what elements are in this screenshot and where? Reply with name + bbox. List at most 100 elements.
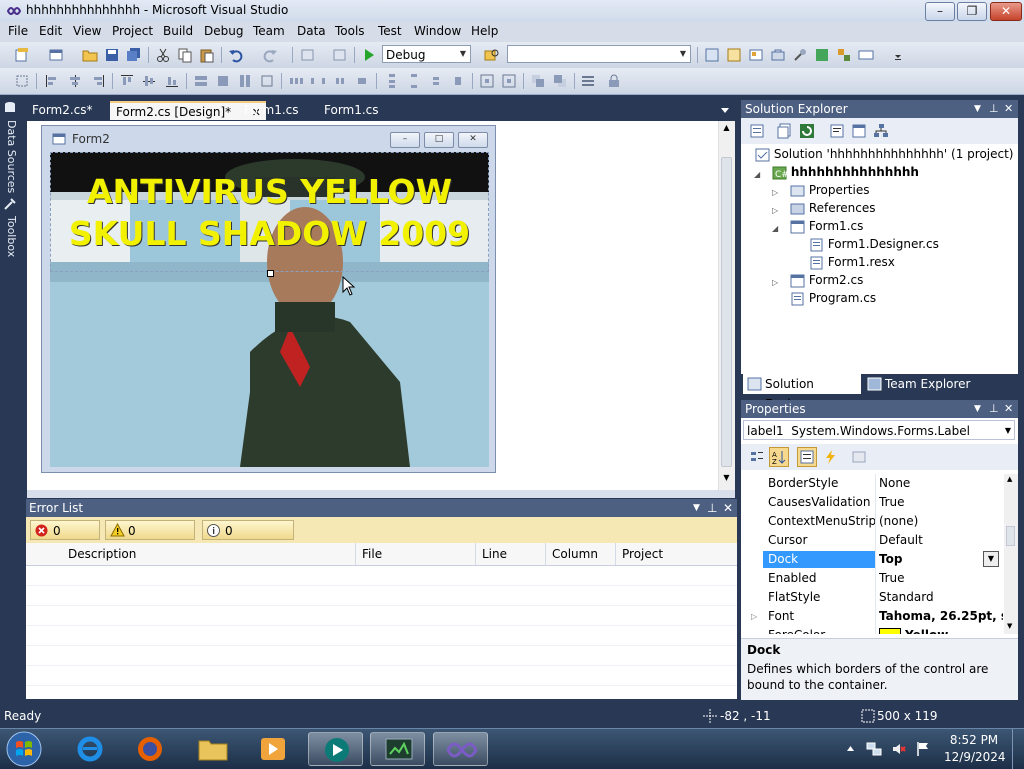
navigate-backward-icon[interactable] — [300, 47, 316, 63]
column-line[interactable]: Line — [476, 543, 546, 565]
taskbar-app-1[interactable] — [308, 732, 363, 766]
clock-time[interactable]: 8:52 PM — [944, 733, 1004, 747]
close-button[interactable]: ✕ — [990, 2, 1022, 21]
alphabetical-button[interactable]: AZ — [769, 447, 789, 467]
properties-icon[interactable] — [749, 123, 765, 139]
menu-team[interactable]: Team — [253, 24, 285, 38]
taskbar-ie[interactable] — [62, 732, 117, 766]
copy-icon[interactable] — [177, 47, 193, 63]
menu-project[interactable]: Project — [112, 24, 153, 38]
tree-item-properties[interactable]: Properties — [790, 183, 869, 198]
panel-close-icon[interactable]: ✕ — [723, 499, 733, 517]
property-row-flatstyle[interactable]: FlatStyle Standard — [741, 588, 1003, 607]
increase-spacing-icon[interactable] — [310, 73, 326, 89]
expand-arrow-icon[interactable]: ▷ — [772, 206, 778, 215]
scroll-thumb[interactable] — [1006, 526, 1015, 546]
data-sources-tab[interactable]: Data Sources — [2, 120, 18, 193]
align-to-grid-icon[interactable] — [14, 73, 30, 89]
property-row-cursor[interactable]: Cursor Default — [741, 531, 1003, 550]
align-rights-icon[interactable] — [90, 73, 106, 89]
property-grid-scrollbar[interactable]: ▲ ▼ — [1004, 474, 1018, 634]
menu-debug[interactable]: Debug — [204, 24, 243, 38]
vertical-spacing-icon[interactable] — [384, 73, 400, 89]
taskbar-media-player[interactable] — [245, 732, 300, 766]
volume-muted-icon[interactable] — [891, 741, 907, 757]
error-list-body[interactable] — [26, 566, 737, 699]
column-description[interactable]: Description — [26, 543, 356, 565]
taskbar-firefox[interactable] — [122, 732, 177, 766]
align-bottoms-icon[interactable] — [164, 73, 180, 89]
remove-vertical-spacing-icon[interactable] — [450, 73, 466, 89]
form-close-button[interactable]: ✕ — [458, 132, 488, 148]
show-all-files-icon[interactable] — [777, 123, 793, 139]
pin-icon[interactable]: ⊥ — [989, 100, 999, 118]
tree-item-form1-designer[interactable]: Form1.Designer.cs — [809, 237, 939, 252]
panel-dropdown-icon[interactable]: ▼ — [974, 100, 981, 118]
panel-dropdown-icon[interactable]: ▼ — [974, 400, 981, 418]
expand-arrow-icon[interactable]: ▷ — [751, 607, 757, 626]
column-column[interactable]: Column — [546, 543, 616, 565]
remove-spacing-icon[interactable] — [354, 73, 370, 89]
redo-icon[interactable] — [262, 47, 278, 63]
tree-project[interactable]: C# hhhhhhhhhhhhhhh — [772, 165, 919, 180]
show-desktop-button[interactable] — [1012, 729, 1024, 769]
decrease-spacing-icon[interactable] — [332, 73, 348, 89]
categorized-icon[interactable] — [749, 449, 765, 465]
start-button[interactable] — [3, 730, 45, 768]
class-view-icon[interactable] — [836, 47, 852, 63]
object-browser-icon[interactable] — [748, 47, 764, 63]
toolbar-options-icon[interactable] — [890, 47, 906, 63]
refresh-icon[interactable] — [799, 123, 815, 139]
solution-explorer-tool-icon[interactable] — [704, 47, 720, 63]
properties-tool-icon[interactable] — [726, 47, 742, 63]
minimize-button[interactable]: – — [925, 2, 955, 21]
paste-icon[interactable] — [199, 47, 215, 63]
tree-item-form1[interactable]: Form1.cs — [790, 219, 863, 234]
column-project[interactable]: Project — [616, 543, 737, 565]
menu-data[interactable]: Data — [297, 24, 326, 38]
menu-test[interactable]: Test — [378, 24, 402, 38]
form-maximize-button[interactable]: □ — [424, 132, 454, 148]
menu-file[interactable]: File — [8, 24, 28, 38]
view-code-icon[interactable] — [829, 123, 845, 139]
form2-window[interactable]: Form2 – □ ✕ ANTIVIRUS YELLOW SKULL SHADO… — [41, 125, 496, 473]
tab-order-icon[interactable] — [580, 73, 596, 89]
object-selector[interactable]: label1 System.Windows.Forms.Label ▼ — [743, 420, 1015, 440]
tools-icon[interactable] — [792, 47, 808, 63]
show-hidden-icons-chevron-icon[interactable] — [846, 744, 855, 752]
scroll-up-icon[interactable]: ▲ — [721, 123, 732, 135]
class-diagram-icon[interactable] — [873, 123, 889, 139]
tree-item-form2[interactable]: Form2.cs — [790, 273, 863, 288]
property-row-contextmenustrip[interactable]: ContextMenuStrip (none) — [741, 512, 1003, 531]
align-tops-icon[interactable] — [119, 73, 135, 89]
align-middles-icon[interactable] — [141, 73, 157, 89]
properties-view-button[interactable] — [797, 447, 817, 467]
pin-icon[interactable]: ⊥ — [989, 400, 999, 418]
column-file[interactable]: File — [356, 543, 476, 565]
scroll-down-icon[interactable]: ▼ — [1007, 622, 1012, 630]
send-to-back-icon[interactable] — [552, 73, 568, 89]
menu-window[interactable]: Window — [414, 24, 461, 38]
tree-solution[interactable]: Solution 'hhhhhhhhhhhhhhh' (1 project) — [755, 147, 1013, 162]
new-project-icon[interactable] — [14, 47, 30, 63]
tab-team-explorer[interactable]: Team Explorer — [863, 374, 981, 394]
save-icon[interactable] — [104, 47, 120, 63]
find-in-files-icon[interactable] — [484, 47, 500, 63]
warnings-filter-button[interactable]: 0 Warnings — [105, 520, 195, 558]
messages-filter-button[interactable]: 0 Messages — [202, 520, 294, 558]
network-icon[interactable] — [866, 741, 882, 757]
tab-solution-explorer[interactable]: Solution Explorer — [743, 374, 861, 411]
add-item-icon[interactable] — [48, 47, 64, 63]
make-same-height-icon[interactable] — [237, 73, 253, 89]
tab-form1-cs[interactable]: Form1.cs — [238, 101, 312, 120]
menu-tools[interactable]: Tools — [335, 24, 365, 38]
solution-configuration-combo[interactable]: Debug ▼ — [382, 45, 471, 63]
center-vertically-icon[interactable] — [501, 73, 517, 89]
scroll-up-icon[interactable]: ▲ — [1007, 475, 1012, 483]
expand-arrow-icon[interactable]: ▷ — [772, 188, 778, 197]
panel-close-icon[interactable]: ✕ — [1004, 400, 1013, 418]
tree-item-references[interactable]: References — [790, 201, 876, 216]
collapse-arrow-icon[interactable]: ◢ — [772, 224, 778, 233]
action-center-flag-icon[interactable] — [915, 741, 931, 757]
extension-icon[interactable] — [814, 47, 830, 63]
